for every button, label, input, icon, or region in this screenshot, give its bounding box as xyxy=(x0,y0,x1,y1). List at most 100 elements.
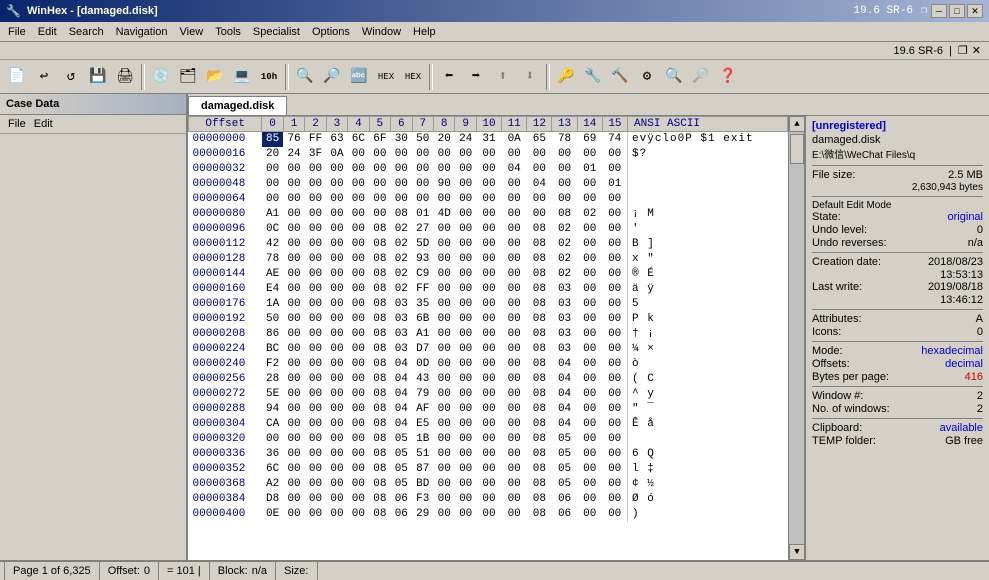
hex-byte[interactable]: 08 xyxy=(527,297,552,312)
hex-byte[interactable]: 00 xyxy=(283,207,304,222)
hex-byte[interactable]: 00 xyxy=(476,162,501,177)
hex-byte[interactable]: 08 xyxy=(369,357,390,372)
hex-byte[interactable]: 04 xyxy=(527,177,552,192)
hex-byte[interactable]: 00 xyxy=(433,342,454,357)
hex-byte[interactable]: 00 xyxy=(577,147,602,162)
hex-byte[interactable]: 00 xyxy=(476,357,501,372)
hex-byte[interactable]: 00 xyxy=(577,387,602,402)
hex-byte[interactable]: 05 xyxy=(391,477,412,492)
hex-byte[interactable]: 00 xyxy=(455,357,476,372)
hex-byte[interactable]: 00 xyxy=(552,147,577,162)
hex-byte[interactable]: 00 xyxy=(476,282,501,297)
hex-byte[interactable]: 00 xyxy=(455,147,476,162)
table-row[interactable]: 0000001620243F0A000000000000000000000000… xyxy=(189,147,788,162)
hex-byte[interactable]: 00 xyxy=(283,447,304,462)
hex-byte[interactable]: 00 xyxy=(348,342,369,357)
hex-byte[interactable]: 08 xyxy=(369,282,390,297)
search2-button[interactable]: 🔎 xyxy=(319,64,345,90)
hex-byte[interactable]: 08 xyxy=(527,237,552,252)
hex-byte[interactable]: 1A xyxy=(262,297,283,312)
hex-byte[interactable]: 86 xyxy=(262,327,283,342)
hex-byte[interactable]: 00 xyxy=(527,192,552,207)
hex-byte[interactable]: 00 xyxy=(262,432,283,447)
hex-byte[interactable]: 00 xyxy=(348,237,369,252)
hex-byte[interactable]: 00 xyxy=(577,507,602,522)
hex-byte[interactable]: 00 xyxy=(326,447,347,462)
hex-byte[interactable]: 78 xyxy=(262,252,283,267)
hex-byte[interactable]: 00 xyxy=(283,177,304,192)
table-row[interactable]: 00000080A1000000000008014D00000000080200… xyxy=(189,207,788,222)
hex-byte[interactable]: 00 xyxy=(602,477,627,492)
hex-byte[interactable]: 74 xyxy=(602,132,627,148)
hex-byte[interactable]: 00 xyxy=(391,192,412,207)
table-row[interactable]: 00000224BC000000000803D70000000008030000… xyxy=(189,342,788,357)
table-row[interactable]: 0000003200000000000000000000000400000100 xyxy=(189,162,788,177)
hex-byte[interactable]: 00 xyxy=(326,402,347,417)
hex-byte[interactable]: 08 xyxy=(369,462,390,477)
hex-byte[interactable]: 00 xyxy=(476,252,501,267)
hex-byte[interactable]: 94 xyxy=(262,402,283,417)
hex-byte[interactable]: 00 xyxy=(502,207,527,222)
hex-byte[interactable]: 36 xyxy=(262,447,283,462)
hex-byte[interactable]: 00 xyxy=(502,387,527,402)
hex-byte[interactable]: 00 xyxy=(455,402,476,417)
hex-byte[interactable]: 00 xyxy=(433,462,454,477)
table-row[interactable]: 0000006400000000000000000000000000000000 xyxy=(189,192,788,207)
hex-byte[interactable]: 08 xyxy=(552,207,577,222)
hex-byte[interactable]: 00 xyxy=(326,342,347,357)
hex-byte[interactable]: 05 xyxy=(552,477,577,492)
hex-byte[interactable]: 00 xyxy=(602,432,627,447)
hex-byte[interactable]: 02 xyxy=(552,237,577,252)
hex-byte[interactable]: BC xyxy=(262,342,283,357)
hex-byte[interactable]: 00 xyxy=(602,447,627,462)
hex-byte[interactable]: 42 xyxy=(262,237,283,252)
hex-byte[interactable]: 87 xyxy=(412,462,433,477)
hex-byte[interactable]: 00 xyxy=(602,222,627,237)
hex-byte[interactable]: 79 xyxy=(412,387,433,402)
hex-byte[interactable]: 00 xyxy=(283,312,304,327)
hex-byte[interactable]: 50 xyxy=(262,312,283,327)
hex-byte[interactable]: 08 xyxy=(527,492,552,507)
hex-byte[interactable]: 00 xyxy=(455,477,476,492)
hex-byte[interactable]: A2 xyxy=(262,477,283,492)
hex-byte[interactable]: 02 xyxy=(391,237,412,252)
scroll-up-button[interactable]: ▲ xyxy=(789,116,805,132)
hex-byte[interactable]: 08 xyxy=(369,387,390,402)
hex-byte[interactable]: 00 xyxy=(348,297,369,312)
hex-byte[interactable]: 00 xyxy=(391,177,412,192)
hex-byte[interactable]: 00 xyxy=(602,327,627,342)
hex-byte[interactable]: 00 xyxy=(602,237,627,252)
hex-byte[interactable]: 03 xyxy=(552,282,577,297)
nav-right-button[interactable]: ➡ xyxy=(463,64,489,90)
hex-byte[interactable]: 00 xyxy=(391,162,412,177)
hex-byte[interactable]: 00 xyxy=(326,462,347,477)
hex-byte[interactable]: 85 xyxy=(262,132,283,148)
hex-byte[interactable]: 00 xyxy=(433,402,454,417)
hex-byte[interactable]: 0E xyxy=(262,507,283,522)
hex-byte[interactable]: 51 xyxy=(412,447,433,462)
hex-byte[interactable]: 08 xyxy=(369,372,390,387)
hex-byte[interactable]: 00 xyxy=(455,432,476,447)
hex-byte[interactable]: 00 xyxy=(476,312,501,327)
hex-byte[interactable]: D8 xyxy=(262,492,283,507)
hex-content[interactable]: Offset 0 1 2 3 4 5 6 7 8 9 10 11 xyxy=(188,116,788,560)
hex-byte[interactable]: 00 xyxy=(433,447,454,462)
hex-byte[interactable]: 00 xyxy=(602,207,627,222)
hex-byte[interactable]: 04 xyxy=(391,387,412,402)
nav-left-button[interactable]: ⬅ xyxy=(436,64,462,90)
hex-byte[interactable]: 00 xyxy=(433,222,454,237)
hex-byte[interactable]: 00 xyxy=(577,267,602,282)
hex-byte[interactable]: 00 xyxy=(326,327,347,342)
hex-byte[interactable]: 00 xyxy=(283,222,304,237)
hex-byte[interactable]: 08 xyxy=(527,432,552,447)
hex-byte[interactable]: 00 xyxy=(502,477,527,492)
hex-byte[interactable]: 08 xyxy=(369,222,390,237)
hex-byte[interactable]: 00 xyxy=(305,477,326,492)
hex-byte[interactable]: 00 xyxy=(577,447,602,462)
hex-byte[interactable]: 08 xyxy=(369,252,390,267)
hex-byte[interactable]: 00 xyxy=(283,297,304,312)
hex-byte[interactable]: 00 xyxy=(577,372,602,387)
hex-byte[interactable]: 03 xyxy=(391,297,412,312)
hex-byte[interactable]: 00 xyxy=(326,207,347,222)
hex-byte[interactable]: 08 xyxy=(391,207,412,222)
